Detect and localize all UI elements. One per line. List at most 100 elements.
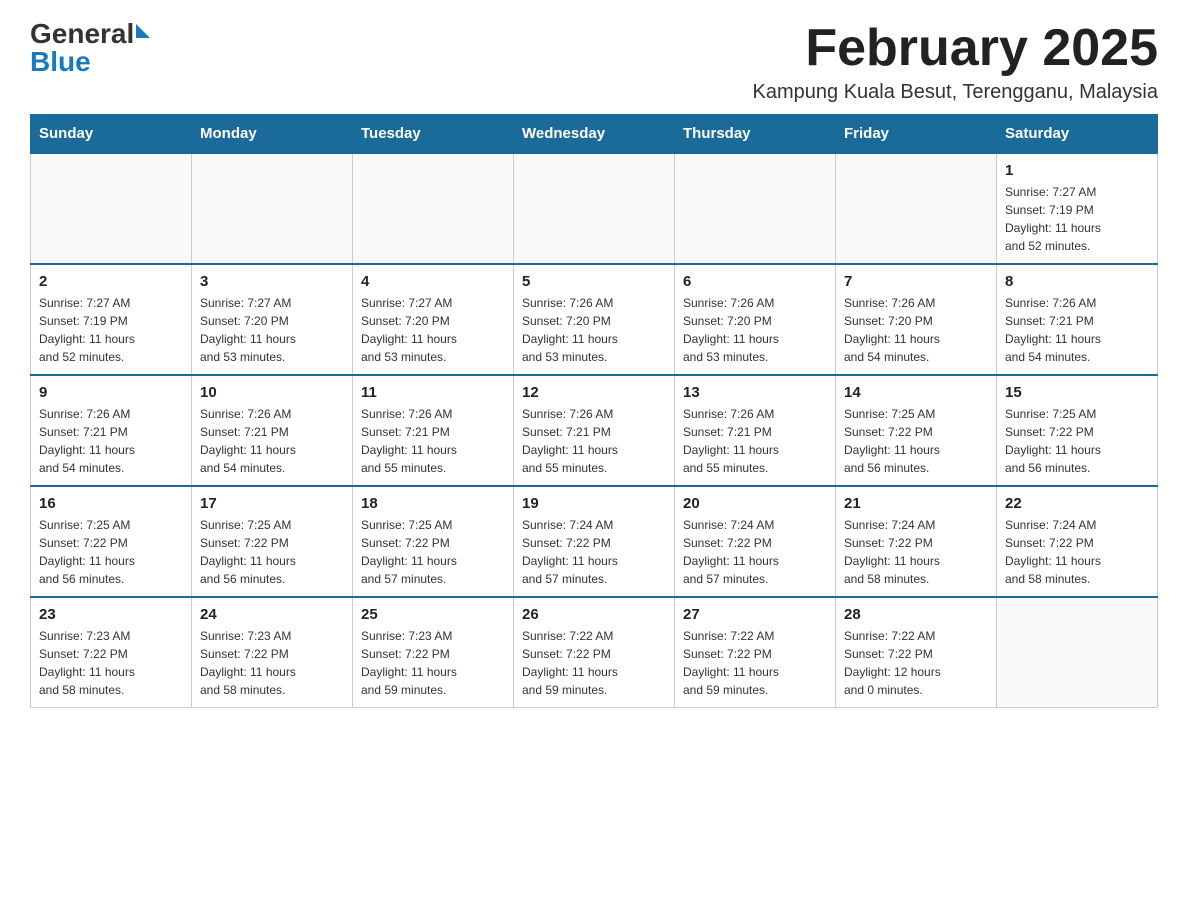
calendar-cell: 26Sunrise: 7:22 AMSunset: 7:22 PMDayligh… [514,597,675,708]
calendar-cell: 12 Sunrise: 7:26 AMSunset: 7:21 PMDayligh… [514,375,675,486]
calendar-day-header: Friday [836,115,997,154]
calendar-day-header: Saturday [997,115,1158,154]
day-info: Sunrise: 7:26 AMSunset: 7:21 PMDaylight:… [522,405,666,477]
logo-arrow-icon [136,24,150,38]
day-info: Sunrise: 7:25 AMSunset: 7:22 PMDaylight:… [200,516,344,588]
day-number: 13 [683,384,827,401]
calendar-cell: 15 Sunrise: 7:25 AMSunset: 7:22 PMDayligh… [997,375,1158,486]
day-number: 8 [1005,273,1149,290]
day-number: 14 [844,384,988,401]
day-info: Sunrise: 7:26 AMSunset: 7:20 PMDaylight:… [683,294,827,366]
day-info: Sunrise: 7:27 AMSunset: 7:20 PMDaylight:… [200,294,344,366]
calendar-week-row: 9 Sunrise: 7:26 AMSunset: 7:21 PMDaylight… [31,375,1158,486]
calendar-cell: 1Sunrise: 7:27 AMSunset: 7:19 PMDaylight… [997,153,1158,264]
day-number: 5 [522,273,666,290]
day-number: 15 [1005,384,1149,401]
day-info: Sunrise: 7:24 AMSunset: 7:22 PMDaylight:… [844,516,988,588]
day-number: 10 [200,384,344,401]
day-info: Sunrise: 7:23 AMSunset: 7:22 PMDaylight:… [361,627,505,699]
calendar-cell: 23 Sunrise: 7:23 AMSunset: 7:22 PMDayligh… [31,597,192,708]
day-number: 11 [361,384,505,401]
calendar-cell [997,597,1158,708]
day-number: 7 [844,273,988,290]
day-info: Sunrise: 7:26 AMSunset: 7:21 PMDaylight:… [683,405,827,477]
calendar-day-header: Monday [192,115,353,154]
day-number: 18 [361,495,505,512]
day-info: Sunrise: 7:23 AMSunset: 7:22 PMDaylight:… [200,627,344,699]
calendar-cell [675,153,836,264]
day-info: Sunrise: 7:26 AMSunset: 7:21 PMDaylight:… [200,405,344,477]
calendar-cell: 5 Sunrise: 7:26 AMSunset: 7:20 PMDaylight… [514,264,675,375]
calendar-day-header: Tuesday [353,115,514,154]
calendar-cell: 2 Sunrise: 7:27 AMSunset: 7:19 PMDaylight… [31,264,192,375]
calendar-cell: 20 Sunrise: 7:24 AMSunset: 7:22 PMDayligh… [675,486,836,597]
day-info: Sunrise: 7:22 AMSunset: 7:22 PMDaylight:… [683,627,827,699]
day-info: Sunrise: 7:25 AMSunset: 7:22 PMDaylight:… [39,516,183,588]
title-block: February 2025 Kampung Kuala Besut, Teren… [753,20,1158,104]
day-number: 23 [39,606,183,623]
day-number: 4 [361,273,505,290]
calendar-cell [514,153,675,264]
calendar-cell: 24 Sunrise: 7:23 AMSunset: 7:22 PMDayligh… [192,597,353,708]
calendar-cell: 4 Sunrise: 7:27 AMSunset: 7:20 PMDaylight… [353,264,514,375]
day-number: 6 [683,273,827,290]
location-text: Kampung Kuala Besut, Terengganu, Malaysi… [753,81,1158,104]
day-info: Sunrise: 7:26 AMSunset: 7:21 PMDaylight:… [39,405,183,477]
logo-blue-text: Blue [30,48,150,76]
calendar-week-row: 16 Sunrise: 7:25 AMSunset: 7:22 PMDayligh… [31,486,1158,597]
calendar-cell [192,153,353,264]
logo-general-text: General [30,20,134,48]
calendar-cell: 8Sunrise: 7:26 AMSunset: 7:21 PMDaylight… [997,264,1158,375]
calendar-day-header: Sunday [31,115,192,154]
day-info: Sunrise: 7:24 AMSunset: 7:22 PMDaylight:… [1005,516,1149,588]
day-info: Sunrise: 7:26 AMSunset: 7:21 PMDaylight:… [361,405,505,477]
calendar-day-header: Thursday [675,115,836,154]
day-info: Sunrise: 7:25 AMSunset: 7:22 PMDaylight:… [1005,405,1149,477]
calendar-cell: 10 Sunrise: 7:26 AMSunset: 7:21 PMDayligh… [192,375,353,486]
calendar-header-row: SundayMondayTuesdayWednesdayThursdayFrid… [31,115,1158,154]
calendar-cell: 6 Sunrise: 7:26 AMSunset: 7:20 PMDaylight… [675,264,836,375]
day-info: Sunrise: 7:23 AMSunset: 7:22 PMDaylight:… [39,627,183,699]
calendar-cell: 22Sunrise: 7:24 AMSunset: 7:22 PMDayligh… [997,486,1158,597]
calendar-cell: 7Sunrise: 7:26 AMSunset: 7:20 PMDaylight… [836,264,997,375]
calendar-cell: 16 Sunrise: 7:25 AMSunset: 7:22 PMDayligh… [31,486,192,597]
day-number: 28 [844,606,988,623]
day-number: 12 [522,384,666,401]
day-number: 27 [683,606,827,623]
day-number: 9 [39,384,183,401]
page-header: General Blue February 2025 Kampung Kuala… [30,20,1158,104]
day-info: Sunrise: 7:24 AMSunset: 7:22 PMDaylight:… [683,516,827,588]
calendar-cell: 19 Sunrise: 7:24 AMSunset: 7:22 PMDayligh… [514,486,675,597]
day-number: 3 [200,273,344,290]
calendar-day-header: Wednesday [514,115,675,154]
calendar-cell: 3 Sunrise: 7:27 AMSunset: 7:20 PMDaylight… [192,264,353,375]
calendar-cell: 18 Sunrise: 7:25 AMSunset: 7:22 PMDayligh… [353,486,514,597]
calendar-cell: 28 Sunrise: 7:22 AMSunset: 7:22 PMDayligh… [836,597,997,708]
month-title: February 2025 [753,20,1158,77]
calendar-cell: 14 Sunrise: 7:25 AMSunset: 7:22 PMDayligh… [836,375,997,486]
day-number: 26 [522,606,666,623]
calendar-cell [353,153,514,264]
day-number: 19 [522,495,666,512]
day-number: 16 [39,495,183,512]
calendar-cell: 17 Sunrise: 7:25 AMSunset: 7:22 PMDayligh… [192,486,353,597]
day-info: Sunrise: 7:25 AMSunset: 7:22 PMDaylight:… [361,516,505,588]
day-info: Sunrise: 7:25 AMSunset: 7:22 PMDaylight:… [844,405,988,477]
day-number: 1 [1005,162,1149,179]
calendar-week-row: 2 Sunrise: 7:27 AMSunset: 7:19 PMDaylight… [31,264,1158,375]
day-info: Sunrise: 7:26 AMSunset: 7:20 PMDaylight:… [522,294,666,366]
day-number: 20 [683,495,827,512]
day-number: 17 [200,495,344,512]
day-info: Sunrise: 7:27 AMSunset: 7:19 PMDaylight:… [39,294,183,366]
day-number: 24 [200,606,344,623]
calendar-cell: 27 Sunrise: 7:22 AMSunset: 7:22 PMDayligh… [675,597,836,708]
day-info: Sunrise: 7:27 AMSunset: 7:20 PMDaylight:… [361,294,505,366]
day-number: 2 [39,273,183,290]
calendar-cell: 25Sunrise: 7:23 AMSunset: 7:22 PMDayligh… [353,597,514,708]
calendar-cell: 13 Sunrise: 7:26 AMSunset: 7:21 PMDayligh… [675,375,836,486]
day-info: Sunrise: 7:24 AMSunset: 7:22 PMDaylight:… [522,516,666,588]
calendar-cell [836,153,997,264]
day-info: Sunrise: 7:22 AMSunset: 7:22 PMDaylight:… [844,627,988,699]
calendar-cell [31,153,192,264]
calendar-table: SundayMondayTuesdayWednesdayThursdayFrid… [30,114,1158,708]
